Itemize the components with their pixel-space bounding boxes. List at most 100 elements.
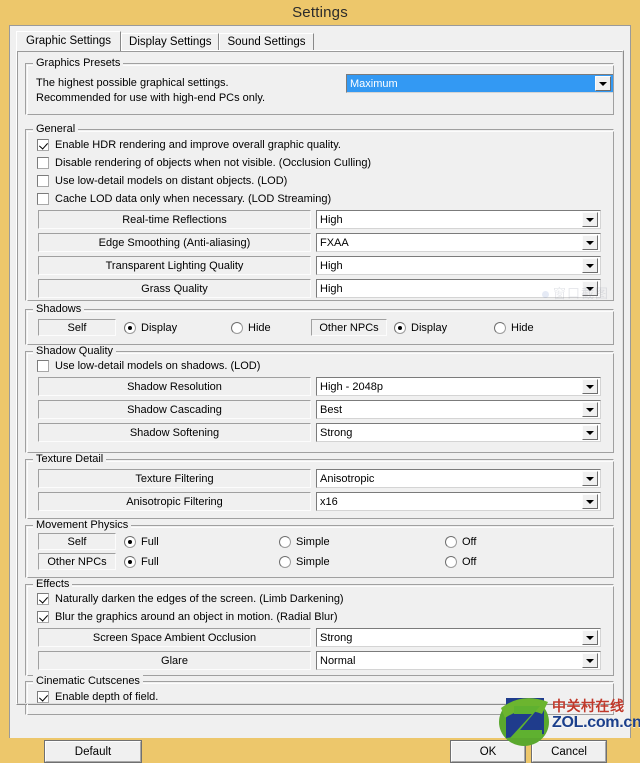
chevron-down-icon[interactable]: [582, 425, 598, 440]
caption-text: Shadow Cascading: [127, 403, 222, 416]
checkbox-shadow-lod[interactable]: Use low-detail models on shadows. (LOD): [37, 359, 260, 373]
chevron-down-icon[interactable]: [582, 235, 598, 250]
checkbox-box[interactable]: [37, 691, 49, 703]
chevron-down-icon[interactable]: [582, 630, 598, 645]
presets-description-line2: Recommended for use with high-end PCs on…: [36, 92, 266, 104]
combobox-value: High - 2048p: [320, 380, 383, 393]
default-button[interactable]: Default: [44, 740, 142, 763]
label-shadow-softening: Shadow Softening: [38, 423, 311, 442]
radio-dot[interactable]: [231, 322, 243, 334]
group-effects: Effects Naturally darken the edges of th…: [25, 578, 614, 676]
ok-button[interactable]: OK: [450, 740, 526, 763]
caption-text: Grass Quality: [141, 282, 208, 295]
combobox-real-time-reflections[interactable]: High: [316, 210, 601, 229]
tab-strip: Graphic Settings Display Settings Sound …: [16, 31, 630, 51]
caption-text: Transparent Lighting Quality: [105, 259, 244, 272]
combobox-glare[interactable]: Normal: [316, 651, 601, 670]
checkbox-label: Enable depth of field.: [55, 691, 159, 703]
radio-physics-other-npcs-off[interactable]: Off: [445, 555, 476, 569]
checkbox-label: Use low-detail models on shadows. (LOD): [55, 360, 261, 372]
radio-dot[interactable]: [124, 322, 136, 334]
checkbox-box[interactable]: [37, 139, 49, 151]
checkbox-label: Naturally darken the edges of the screen…: [55, 593, 344, 605]
radio-label: Full: [141, 556, 159, 568]
checkbox-depth-of-field[interactable]: Enable depth of field.: [37, 690, 158, 704]
radio-dot[interactable]: [279, 536, 291, 548]
checkbox-box[interactable]: [37, 175, 49, 187]
tab-graphic-settings[interactable]: Graphic Settings: [16, 31, 122, 51]
checkbox-box[interactable]: [37, 593, 49, 605]
tab-sound-settings[interactable]: Sound Settings: [219, 33, 314, 51]
checkbox-occlusion-culling[interactable]: Disable rendering of objects when not vi…: [37, 156, 371, 170]
chevron-down-icon[interactable]: [582, 212, 598, 227]
graphics-preset-value: Maximum: [350, 77, 398, 90]
checkbox-limb-darkening[interactable]: Naturally darken the edges of the screen…: [37, 592, 344, 606]
radio-physics-self-off[interactable]: Off: [445, 535, 476, 549]
caption-text: Other NPCs: [47, 555, 107, 568]
radio-dot[interactable]: [279, 556, 291, 568]
combobox-shadow-cascading[interactable]: Best: [316, 400, 601, 419]
tab-display-settings[interactable]: Display Settings: [121, 33, 220, 51]
radio-dot[interactable]: [445, 536, 457, 548]
presets-description-line1: The highest possible graphical settings.: [36, 77, 229, 89]
radio-label: Simple: [296, 556, 330, 568]
chevron-down-icon[interactable]: [582, 281, 598, 296]
caption-text: Self: [67, 321, 87, 334]
chevron-down-icon[interactable]: [582, 402, 598, 417]
radio-physics-self-full[interactable]: Full: [124, 535, 159, 549]
radio-dot[interactable]: [445, 556, 457, 568]
checkbox-box[interactable]: [37, 193, 49, 205]
checkbox-radial-blur[interactable]: Blur the graphics around an object in mo…: [37, 610, 337, 624]
chevron-down-icon[interactable]: [595, 76, 611, 91]
combobox-value: High: [320, 213, 343, 226]
radio-shadows-self-hide[interactable]: Hide: [231, 321, 271, 335]
radio-dot[interactable]: [494, 322, 506, 334]
combobox-texture-filtering[interactable]: Anisotropic: [316, 469, 601, 488]
combobox-shadow-softening[interactable]: Strong: [316, 423, 601, 442]
label-shadows-other-npcs: Other NPCs: [311, 319, 387, 336]
radio-physics-other-npcs-simple[interactable]: Simple: [279, 555, 330, 569]
tab-label: Display Settings: [129, 36, 212, 48]
checkbox-box[interactable]: [37, 157, 49, 169]
radio-label: Simple: [296, 536, 330, 548]
radio-shadows-self-display[interactable]: Display: [124, 321, 177, 335]
combobox-value: FXAA: [320, 236, 349, 249]
chevron-down-icon[interactable]: [582, 653, 598, 668]
presets-description: The highest possible graphical settings.…: [36, 76, 265, 106]
radio-shadows-other-npcs-hide[interactable]: Hide: [494, 321, 534, 335]
combobox-transparent-lighting-quality[interactable]: High: [316, 256, 601, 275]
chevron-down-icon[interactable]: [582, 258, 598, 273]
chevron-down-icon[interactable]: [582, 471, 598, 486]
caption-text: Edge Smoothing (Anti-aliasing): [98, 236, 251, 249]
checkbox-lod-streaming[interactable]: Cache LOD data only when necessary. (LOD…: [37, 192, 331, 206]
checkbox-lod-distant-objects[interactable]: Use low-detail models on distant objects…: [37, 174, 287, 188]
graphics-preset-combobox[interactable]: Maximum: [346, 74, 614, 93]
window-titlebar: Settings: [0, 0, 640, 25]
label-anisotropic-filtering: Anisotropic Filtering: [38, 492, 311, 511]
combobox-grass-quality[interactable]: High: [316, 279, 601, 298]
combobox-value: x16: [320, 495, 338, 508]
chevron-down-icon[interactable]: [582, 494, 598, 509]
checkbox-box[interactable]: [37, 360, 49, 372]
checkbox-enable-hdr[interactable]: Enable HDR rendering and improve overall…: [37, 138, 341, 152]
combobox-anisotropic-filtering[interactable]: x16: [316, 492, 601, 511]
radio-dot[interactable]: [124, 536, 136, 548]
combobox-shadow-resolution[interactable]: High - 2048p: [316, 377, 601, 396]
caption-text: Shadow Resolution: [127, 380, 222, 393]
label-ssao: Screen Space Ambient Occlusion: [38, 628, 311, 647]
radio-physics-other-npcs-full[interactable]: Full: [124, 555, 159, 569]
checkbox-box[interactable]: [37, 611, 49, 623]
combobox-edge-smoothing[interactable]: FXAA: [316, 233, 601, 252]
radio-physics-self-simple[interactable]: Simple: [279, 535, 330, 549]
group-legend: Movement Physics: [33, 519, 132, 531]
cancel-button[interactable]: Cancel: [531, 740, 607, 763]
button-label: Cancel: [551, 745, 587, 758]
radio-dot[interactable]: [394, 322, 406, 334]
combobox-ssao[interactable]: Strong: [316, 628, 601, 647]
radio-dot[interactable]: [124, 556, 136, 568]
tab-label: Sound Settings: [227, 36, 306, 48]
radio-shadows-other-npcs-display[interactable]: Display: [394, 321, 447, 335]
group-legend: Effects: [33, 578, 73, 590]
checkbox-label: Enable HDR rendering and improve overall…: [55, 139, 341, 151]
chevron-down-icon[interactable]: [582, 379, 598, 394]
